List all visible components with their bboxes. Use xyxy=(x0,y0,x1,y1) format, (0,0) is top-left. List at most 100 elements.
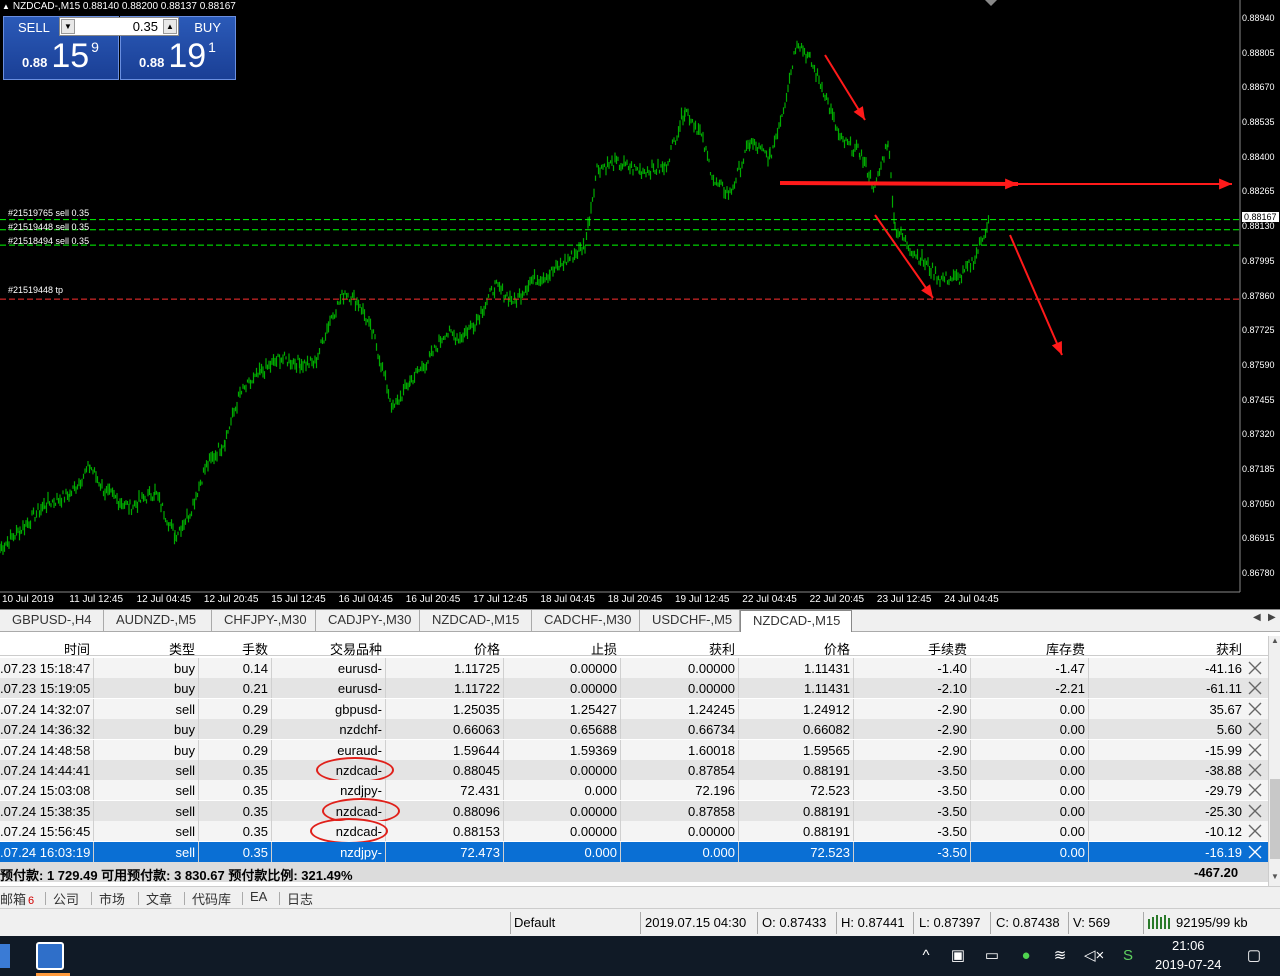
table-cell: 0.29 xyxy=(242,742,268,758)
chart-tab[interactable]: NZDCAD-,M15 xyxy=(740,610,852,632)
table-cell: -29.79 xyxy=(1205,783,1242,799)
table-cell: 0.00 xyxy=(1059,803,1085,819)
status-low: L: 0.87397 xyxy=(919,915,981,930)
table-cell: 1.60018 xyxy=(688,742,735,758)
lot-size-stepper[interactable]: ▼ 0.35 ▲ xyxy=(59,17,179,36)
column-header[interactable]: 价格 xyxy=(390,639,500,658)
terminal-tab[interactable]: 日志 xyxy=(287,889,313,908)
close-order-icon[interactable] xyxy=(1247,844,1263,860)
wechat-icon[interactable]: ● xyxy=(1016,946,1036,966)
screen-icon[interactable]: ▣ xyxy=(948,946,968,966)
chart-tab[interactable]: USDCHF-,M5 xyxy=(640,610,740,631)
notification-icon[interactable]: ▢ xyxy=(1244,946,1264,966)
column-header[interactable]: 止损 xyxy=(505,639,617,658)
table-row[interactable]: .07.23 15:19:05 buy 0.21 eurusd- 1.11722 0.00… xyxy=(0,678,1268,699)
account-summary-row: 预付款: 1 729.49 可用预付款: 3 830.67 预付款比例: 321… xyxy=(0,862,1268,883)
volume-icon[interactable]: ◁× xyxy=(1084,946,1104,966)
one-click-trading-panel: SELL 0.88 15 9 BUY 0.88 19 1 ▼ 0.35 ▲ xyxy=(3,16,236,80)
app-tray-icon[interactable]: S xyxy=(1118,946,1138,966)
table-cell: 0.88191 xyxy=(803,763,850,778)
table-row[interactable]: .07.24 14:48:58 buy 0.29 euraud- 1.59644 1.59… xyxy=(0,739,1268,760)
terminal-tab[interactable]: 文章 xyxy=(146,889,172,908)
close-order-icon[interactable] xyxy=(1247,803,1263,819)
price-chart[interactable]: ▲ NZDCAD-,M15 0.88140 0.88200 0.88137 0.8… xyxy=(0,0,1280,610)
app-icon[interactable] xyxy=(0,944,10,968)
table-cell: 0.88191 xyxy=(803,803,850,819)
close-order-icon[interactable] xyxy=(1247,762,1263,778)
column-header[interactable]: 时间 xyxy=(0,639,90,658)
terminal-tab[interactable]: 市场 xyxy=(99,889,125,908)
column-header[interactable]: 交易品种 xyxy=(280,639,382,658)
table-row[interactable]: .07.24 15:56:45 sell 0.35 nzdcad- 0.88153 0.0… xyxy=(0,818,1268,845)
table-cell: 0.00 xyxy=(1059,742,1085,758)
scrollbar-thumb[interactable] xyxy=(1270,779,1280,859)
table-row[interactable]: .07.24 14:44:41 sell 0.35 nzdcad- 0.88045 0.0… xyxy=(0,757,1268,783)
battery-icon[interactable]: ▭ xyxy=(982,946,1002,966)
status-volume: V: 569 xyxy=(1073,915,1111,930)
wifi-icon[interactable]: ≋ xyxy=(1050,946,1070,966)
annotation-arrow-head xyxy=(921,284,933,298)
close-order-icon[interactable] xyxy=(1247,721,1263,737)
column-header[interactable]: 获利 xyxy=(620,639,735,658)
table-row[interactable]: .07.24 14:36:32 buy 0.29 nzdchf- 0.66063 0.65… xyxy=(0,719,1268,740)
chart-tab[interactable]: CADJPY-,M30 xyxy=(316,610,420,631)
account-summary: 预付款: 1 729.49 可用预付款: 3 830.67 预付款比例: 321… xyxy=(0,868,353,883)
chart-symbol-title: ▲ NZDCAD-,M15 0.88140 0.88200 0.88137 0.8… xyxy=(2,1,236,12)
table-cell: -3.50 xyxy=(937,783,967,799)
price-axis-label: 0.86780 xyxy=(1242,568,1275,578)
table-row[interactable]: .07.23 15:18:47 buy 0.14 eurusd- 1.11725 0.00… xyxy=(0,658,1268,678)
current-price-label: 0.88167 xyxy=(1242,211,1279,222)
table-cell: .07.23 15:18:47 xyxy=(0,661,91,676)
scroll-up-icon[interactable]: ▲ xyxy=(1271,636,1279,645)
clock-date[interactable]: 2019-07-24 xyxy=(1155,957,1222,972)
tab-scroll-left-icon[interactable]: ◀ xyxy=(1253,612,1261,623)
close-order-icon[interactable] xyxy=(1247,660,1263,676)
order-line-label: #21519448 tp xyxy=(8,285,64,295)
column-header[interactable]: 手数 xyxy=(200,639,268,658)
table-cell: 0.88045 xyxy=(453,763,500,778)
close-order-icon[interactable] xyxy=(1247,823,1263,839)
table-row[interactable]: .07.24 14:32:07 sell 0.29 gbpusd- 1.25035 1.2… xyxy=(0,698,1268,719)
chart-canvas xyxy=(0,0,1241,593)
chart-tab[interactable]: NZDCAD-,M15 xyxy=(420,610,532,631)
column-header[interactable]: 价格 xyxy=(740,639,850,658)
vertical-scrollbar[interactable]: ▲ ▼ xyxy=(1268,636,1280,886)
close-order-icon[interactable] xyxy=(1247,742,1263,758)
table-row[interactable]: .07.24 16:03:19 sell 0.35 nzdjpy- 72.473 0.00… xyxy=(0,841,1268,862)
time-axis-label: 18 Jul 20:45 xyxy=(607,594,663,605)
table-cell: 0.35 xyxy=(242,763,268,778)
lot-increase-icon[interactable]: ▲ xyxy=(163,19,177,34)
lot-size-value[interactable]: 0.35 xyxy=(133,19,158,34)
chart-tab[interactable]: CHFJPY-,M30 xyxy=(212,610,316,631)
table-cell: .07.24 14:32:07 xyxy=(0,701,91,717)
chart-tab[interactable]: GBPUSD-,H4 xyxy=(0,610,104,631)
terminal-tab[interactable]: 公司 xyxy=(53,889,79,908)
table-cell: 0.29 xyxy=(242,701,268,717)
scroll-down-icon[interactable]: ▼ xyxy=(1271,872,1279,881)
lot-decrease-icon[interactable]: ▼ xyxy=(61,19,75,34)
tab-scroll-right-icon[interactable]: ▶ xyxy=(1268,612,1276,623)
column-header[interactable]: 类型 xyxy=(100,639,195,658)
time-axis-label: 10 Jul 2019 xyxy=(2,594,54,605)
close-order-icon[interactable] xyxy=(1247,782,1263,798)
column-header[interactable]: 手续费 xyxy=(855,639,967,658)
table-cell: 0.00000 xyxy=(570,661,617,676)
mt4-taskbar-icon[interactable] xyxy=(36,942,64,970)
terminal-tab[interactable]: EA xyxy=(250,889,267,904)
table-cell: .07.24 14:36:32 xyxy=(0,722,91,738)
column-header[interactable]: 库存费 xyxy=(970,639,1085,658)
price-axis-label: 0.87995 xyxy=(1242,255,1275,266)
table-row[interactable]: .07.24 15:03:08 sell 0.35 nzdjpy- 72.431 0.00… xyxy=(0,780,1268,801)
chevron-up-icon[interactable]: ^ xyxy=(916,946,936,966)
terminal-tab[interactable]: 代码库 xyxy=(192,889,231,908)
table-cell: -25.30 xyxy=(1205,803,1242,819)
chart-tab[interactable]: CADCHF-,M30 xyxy=(532,610,640,631)
terminal-tab[interactable]: 邮箱 6 xyxy=(0,889,34,908)
close-order-icon[interactable] xyxy=(1247,680,1263,696)
close-order-icon[interactable] xyxy=(1247,701,1263,717)
column-header[interactable]: 获利 xyxy=(1090,639,1242,658)
table-row[interactable]: .07.24 15:38:35 sell 0.35 nzdcad- 0.88096 0.0… xyxy=(0,797,1268,824)
clock-time[interactable]: 21:06 xyxy=(1172,938,1205,953)
chart-tab[interactable]: AUDNZD-,M5 xyxy=(104,610,212,631)
status-open: O: 0.87433 xyxy=(762,915,827,930)
